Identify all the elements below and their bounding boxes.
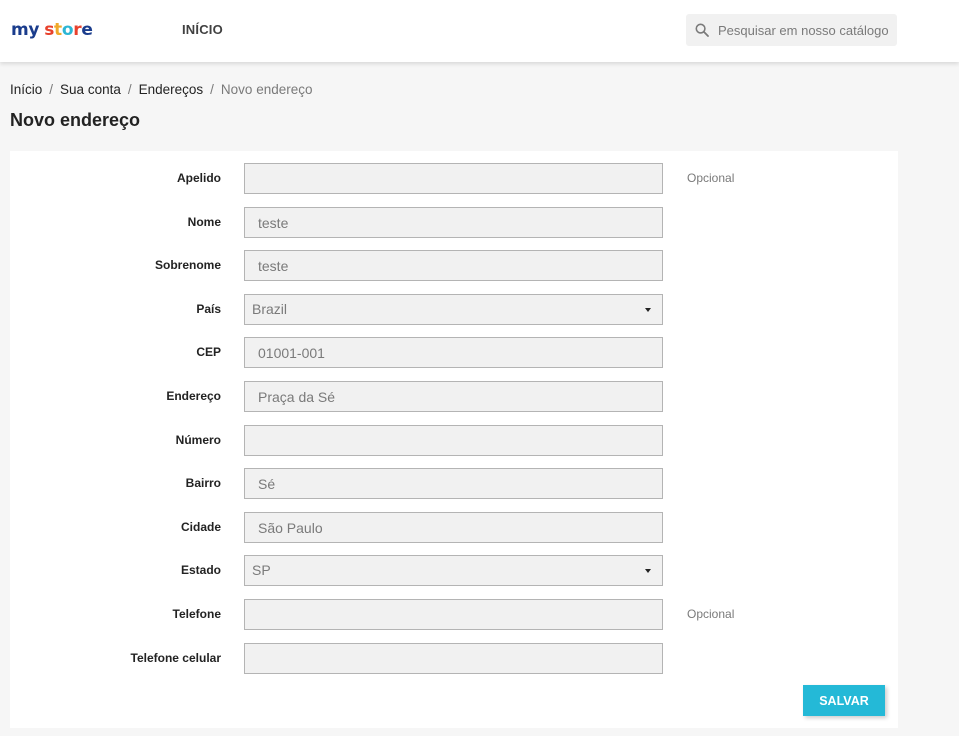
telefone-celular-input[interactable] xyxy=(244,643,663,674)
optional-hint: Opcional xyxy=(687,171,735,185)
search-icon[interactable] xyxy=(695,23,709,37)
save-button[interactable]: Salvar xyxy=(803,685,885,716)
field-label-pais: País xyxy=(196,302,221,316)
apelido-input[interactable] xyxy=(244,163,663,194)
form-row-sobrenome: Sobrenome xyxy=(10,250,898,281)
sobrenome-input[interactable] xyxy=(244,250,663,281)
form-row-apelido: Apelido Opcional xyxy=(10,163,898,194)
form-row-numero: Número xyxy=(10,425,898,456)
telefone-input[interactable] xyxy=(244,599,663,630)
caret-down-icon xyxy=(645,308,651,312)
logo-letter: my xyxy=(11,20,40,40)
logo-letter: s xyxy=(44,20,55,40)
breadcrumb-addresses[interactable]: Endereços xyxy=(139,82,204,97)
numero-input[interactable] xyxy=(244,425,663,456)
page-title: Novo endereço xyxy=(10,110,141,130)
search-box xyxy=(686,14,897,46)
form-row-estado: Estado SP xyxy=(10,555,898,586)
site-header: my store Início xyxy=(0,0,959,62)
bairro-input[interactable] xyxy=(244,468,663,499)
field-label-telefone-celular: Telefone celular xyxy=(130,651,221,665)
field-label-nome: Nome xyxy=(187,215,221,229)
field-label-apelido: Apelido xyxy=(177,171,221,185)
pais-select[interactable]: Brazil xyxy=(244,294,663,325)
nav-home-link[interactable]: Início xyxy=(182,22,223,37)
endereco-input[interactable] xyxy=(244,381,663,412)
logo-letter: t xyxy=(54,20,62,40)
nome-input[interactable] xyxy=(244,207,663,238)
field-label-cidade: Cidade xyxy=(180,520,221,534)
logo-letter: r xyxy=(73,20,82,40)
field-label-cep: CEP xyxy=(196,345,221,359)
address-form: Apelido Opcional Nome Sobrenome País Brazil CE… xyxy=(10,151,898,728)
search-input[interactable] xyxy=(718,14,892,46)
breadcrumb-current: Novo endereço xyxy=(220,82,313,97)
form-row-telefone: Telefone Opcional xyxy=(10,599,898,630)
select-value: Brazil xyxy=(252,301,288,317)
caret-down-icon xyxy=(645,569,651,573)
form-row-pais: País Brazil xyxy=(10,294,898,325)
store-logo[interactable]: my store xyxy=(11,18,93,42)
cidade-input[interactable] xyxy=(244,512,663,543)
form-row-endereco: Endereço xyxy=(10,381,898,412)
form-row-nome: Nome xyxy=(10,207,898,238)
breadcrumb-separator: / xyxy=(49,82,54,97)
field-label-numero: Número xyxy=(175,433,221,447)
form-row-bairro: Bairro xyxy=(10,468,898,499)
estado-select[interactable]: SP xyxy=(244,555,663,586)
breadcrumb: Início / Sua conta / Endereços / Novo endereço xyxy=(10,82,312,97)
logo-letter: o xyxy=(61,20,74,40)
breadcrumb-home[interactable]: Início xyxy=(10,82,42,97)
field-label-telefone: Telefone xyxy=(172,607,221,621)
field-label-bairro: Bairro xyxy=(185,476,221,490)
field-label-estado: Estado xyxy=(180,563,221,577)
breadcrumb-account[interactable]: Sua conta xyxy=(60,82,121,97)
optional-hint: Opcional xyxy=(687,607,735,621)
form-row-telefone-celular: Telefone celular xyxy=(10,643,898,674)
form-row-cep: CEP xyxy=(10,337,898,368)
select-value: SP xyxy=(252,562,271,578)
field-label-endereco: Endereço xyxy=(166,389,221,403)
form-row-cidade: Cidade xyxy=(10,512,898,543)
logo-letter: e xyxy=(81,20,93,40)
field-label-sobrenome: Sobrenome xyxy=(154,258,221,272)
breadcrumb-separator: / xyxy=(210,82,214,97)
cep-input[interactable] xyxy=(244,337,663,368)
breadcrumb-separator: / xyxy=(127,82,132,97)
